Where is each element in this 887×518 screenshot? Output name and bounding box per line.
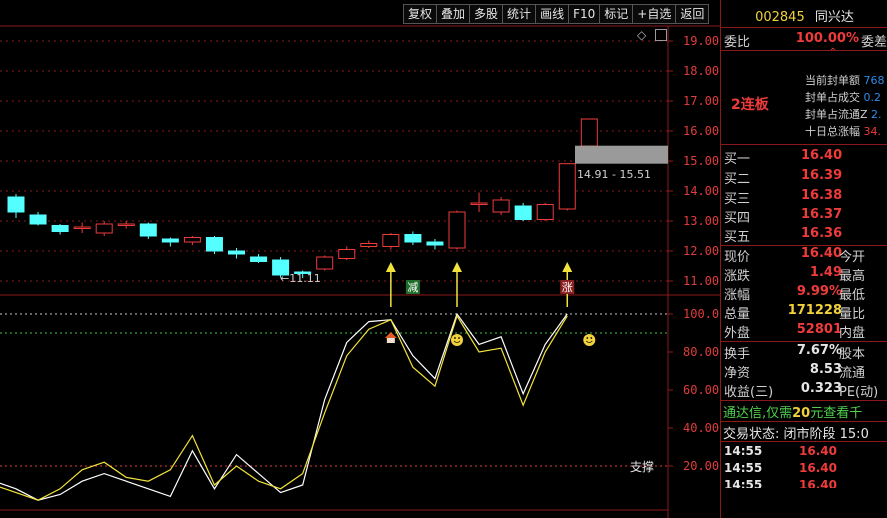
bid-row-1[interactable]: 买一 16.40 (721, 148, 887, 168)
stock-name: 同兴达 (814, 10, 854, 25)
house-icon-body (386, 338, 395, 343)
smiley-icon (583, 334, 596, 346)
stat-change: 涨跌 1.49 最高 (724, 265, 866, 284)
signal-arrow-head (452, 262, 462, 272)
candle-body (183, 237, 201, 243)
candle-body (470, 202, 488, 205)
toolbar-back-button[interactable]: 返回 (675, 4, 710, 24)
toolbar-add-watchlist-button[interactable]: +自选 (632, 4, 677, 24)
reduce-tag: 减 (407, 281, 418, 294)
signal-arrow-head (562, 262, 573, 272)
smiley-icon (451, 334, 463, 346)
trade-status: 交易状态: 闭市阶段 15:0 (723, 427, 869, 442)
toolbar-overlay-button[interactable]: 叠加 (436, 4, 471, 24)
candle-body (492, 199, 510, 213)
limit-up-label: 2连板 (731, 97, 769, 113)
rise-tag: 涨 (562, 281, 573, 294)
quote-panel: 002845 同兴达 委比 100.00% 委差 ⌃ 2连板 当前封单额 768… (720, 0, 887, 518)
min-price-label: ←11.11 (280, 272, 321, 285)
info-seal-float: 封单占流通Z 2. (805, 108, 882, 121)
range-label: 14.91 - 15.51 (577, 168, 651, 181)
toolbar-adjust-button[interactable]: 复权 (403, 4, 438, 24)
info-seal-turnover: 封单占成交 0.2 (805, 91, 881, 104)
candle-body (404, 234, 422, 243)
smiley-eye (586, 337, 589, 339)
toolbar-draw-button[interactable]: 画线 (535, 4, 570, 24)
candle-body (228, 250, 245, 255)
toolbar-mark-button[interactable]: 标记 (599, 4, 634, 24)
stat-turnover: 换手 7.67% 股本 (724, 343, 866, 362)
stat-outer: 外盘 52801 内盘 (724, 322, 866, 341)
bid-row-4[interactable]: 买四 16.37 (721, 207, 887, 227)
price-axis-label: 15.00 (683, 154, 720, 168)
candle-body (7, 196, 25, 213)
promo-notice[interactable]: 通达信,仅需20元查看千 (723, 402, 862, 421)
stat-volume: 总量 171228 量比 (724, 303, 866, 322)
candle-body (536, 204, 554, 220)
candle-body (580, 118, 598, 147)
toolbar-stats-button[interactable]: 统计 (502, 4, 537, 24)
smiley-eye (454, 337, 456, 339)
candle-body (514, 205, 532, 220)
price-axis-label: 17.00 (683, 94, 720, 108)
candle-body (360, 243, 378, 247)
stock-header: 002845 同兴达 (721, 6, 887, 25)
tick-row: 14:55 16.40 (724, 444, 837, 458)
candle-body (139, 223, 157, 237)
info-seal-amount: 当前封单额 768 (805, 74, 885, 87)
support-label: 支撑 (630, 459, 654, 474)
candle-body (316, 256, 334, 270)
price-axis-label: 18.00 (683, 64, 720, 78)
candle-body (448, 211, 466, 249)
candle-body (250, 256, 268, 262)
indicator-line-white (0, 312, 568, 501)
candle-body (382, 234, 400, 247)
bid-row-2[interactable]: 买二 16.39 (721, 168, 887, 188)
indicator-axis-label: 60.00 (683, 383, 720, 397)
chart-toolbar: 复权 叠加 多股 统计 画线 F10 标记 +自选 返回 (403, 4, 710, 24)
candle-body (29, 214, 47, 225)
indicator-axis-label: 40.00 (683, 421, 720, 435)
indicator-axis-label: 80.00 (683, 345, 720, 359)
candle-body (95, 223, 113, 234)
price-axis-label: 16.00 (683, 124, 720, 138)
price-axis-label: 14.00 (683, 184, 720, 198)
smiley-eye (458, 337, 460, 339)
candle-body (426, 241, 444, 246)
toolbar-f10-button[interactable]: F10 (568, 4, 601, 24)
indicator-axis-label: 100.0 (683, 307, 720, 321)
price-axis-label: 13.00 (683, 214, 720, 228)
bid-row-5[interactable]: 买五 16.36 (721, 226, 887, 246)
candle-body (51, 225, 69, 232)
collapse-up-icon[interactable]: ⌃ (781, 47, 885, 63)
price-axis-label: 19.00 (683, 34, 720, 48)
stat-net-assets: 净资 8.53 流通 (724, 362, 866, 381)
info-ten-day-gain: 十日总涨幅 34. (805, 125, 881, 138)
kline-chart[interactable]: 减 涨 ←11.11 14.91 - 15.51 支撑 (0, 0, 720, 518)
chart-scroll-toggle[interactable] (655, 29, 667, 41)
stat-change-pct: 涨幅 9.99% 最低 (724, 284, 866, 303)
candle-body (73, 226, 91, 229)
candle-body (558, 163, 576, 210)
price-axis-label: 11.00 (683, 274, 720, 288)
candle-body (338, 249, 356, 259)
price-axis-label: 12.00 (683, 244, 720, 258)
toolbar-multi-stock-button[interactable]: 多股 (469, 4, 504, 24)
smiley-eye (590, 337, 593, 339)
diamond-icon[interactable]: ◇ (637, 28, 646, 42)
candle-body (161, 238, 179, 243)
signal-arrow-head (385, 262, 396, 272)
bid-row-3[interactable]: 买三 16.38 (721, 188, 887, 208)
tick-row: 14:55 16.40 (724, 461, 837, 475)
indicator-axis-label: 20.00 (683, 459, 720, 473)
stat-price: 现价 16.40 今开 (724, 246, 866, 265)
weibi-label: 委比 (724, 35, 751, 50)
tick-row: 14:55 16.40 (724, 478, 837, 488)
candle-body (205, 237, 223, 252)
stat-eps: 收益(三) 0.323 PE(动) (724, 381, 879, 400)
stock-code: 002845 (755, 10, 805, 25)
candle-body (117, 223, 135, 226)
resistance-zone (575, 145, 668, 164)
weibi-value: 100.00% (795, 31, 859, 46)
